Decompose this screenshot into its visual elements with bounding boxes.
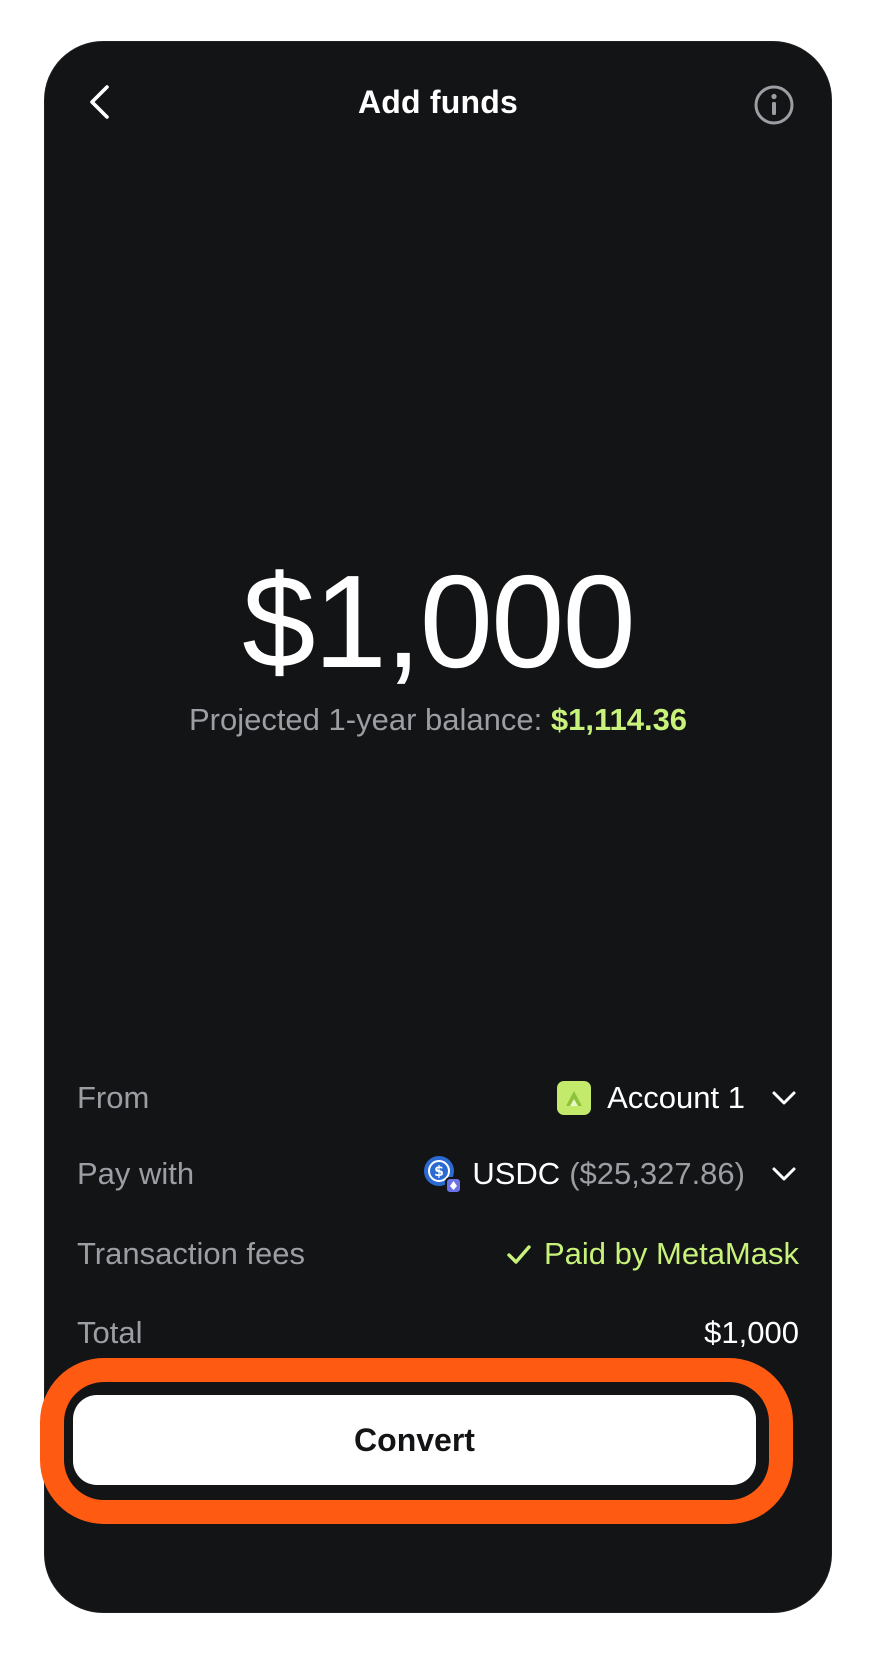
- projected-balance-label: Projected 1-year balance:: [188, 702, 543, 737]
- total-label: Total: [77, 1315, 143, 1350]
- svg-text:$: $: [434, 1164, 444, 1180]
- page-title: Add funds: [358, 84, 518, 120]
- chevron-down-icon: [772, 1167, 796, 1181]
- account-avatar-icon: [557, 1081, 592, 1115]
- usdc-token-icon: $: [422, 1154, 463, 1194]
- token-balance: ($25,327.86): [569, 1156, 745, 1191]
- fees-value-group: Paid by MetaMask: [504, 1236, 799, 1272]
- account-selector[interactable]: Account 1: [557, 1080, 799, 1116]
- info-icon[interactable]: [753, 84, 795, 126]
- pay-with-row: Pay with $ USDC ($25,327.86): [77, 1149, 799, 1199]
- from-label: From: [77, 1080, 150, 1115]
- from-row: From Account 1: [77, 1073, 799, 1123]
- total-row: Total $1,000: [77, 1308, 799, 1358]
- amount-display[interactable]: $1,000: [45, 547, 831, 697]
- account-name: Account 1: [607, 1080, 745, 1115]
- fees-value: Paid by MetaMask: [544, 1236, 799, 1271]
- checkmark-icon: [507, 1245, 531, 1264]
- total-value: $1,000: [704, 1315, 799, 1350]
- token-symbol: USDC: [472, 1156, 561, 1191]
- projected-balance: Projected 1-year balance: $1,114.36: [45, 702, 831, 738]
- pay-with-label: Pay with: [77, 1156, 195, 1191]
- token-selector[interactable]: $ USDC ($25,327.86): [422, 1154, 799, 1194]
- projected-balance-value: $1,114.36: [550, 702, 688, 737]
- chevron-down-icon: [772, 1091, 796, 1105]
- convert-button[interactable]: Convert: [73, 1395, 756, 1485]
- fees-label: Transaction fees: [77, 1236, 306, 1271]
- fees-row: Transaction fees Paid by MetaMask: [77, 1229, 799, 1279]
